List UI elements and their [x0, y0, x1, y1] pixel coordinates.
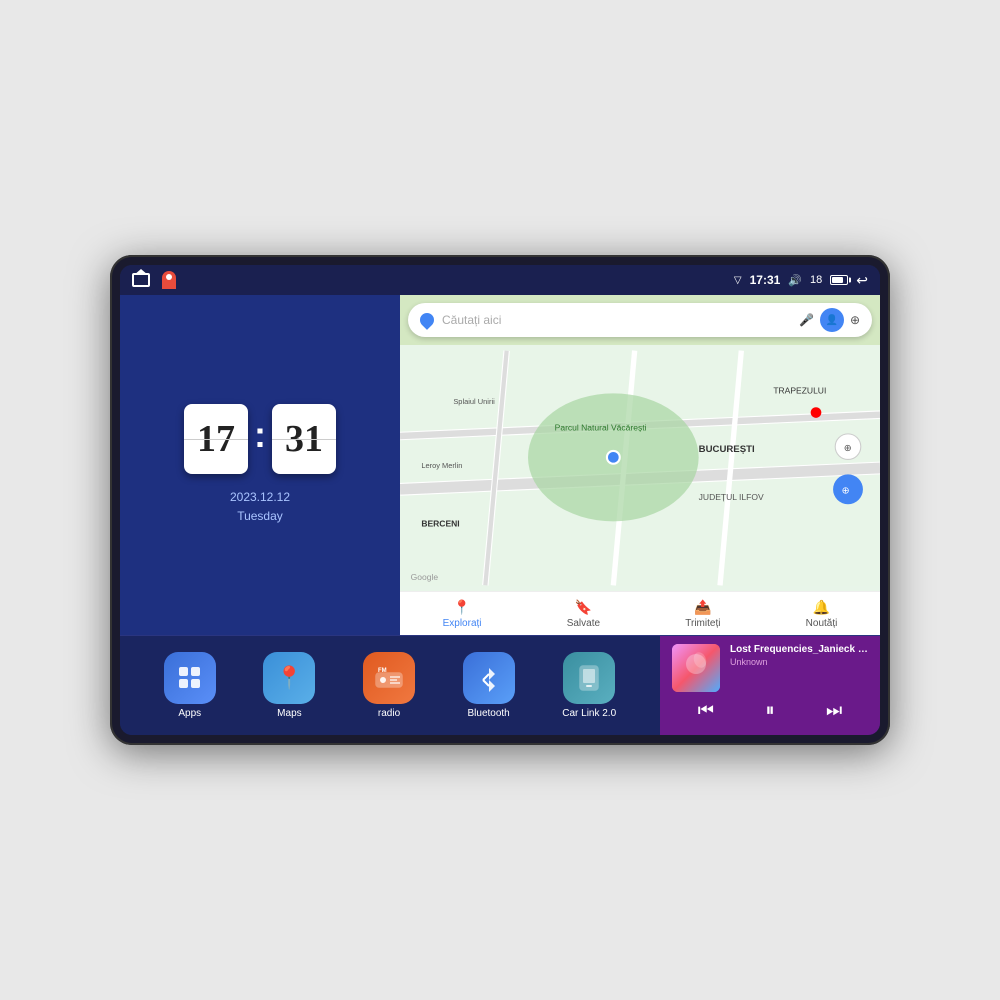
radio-icon-svg: FM	[375, 667, 403, 689]
day-display: Tuesday	[230, 507, 290, 526]
date-info: 2023.12.12 Tuesday	[230, 488, 290, 526]
flip-clock: 17 : 31	[184, 404, 336, 474]
radio-icon-item[interactable]: FM radio	[363, 652, 415, 719]
map-nav-saved[interactable]: 🔖 Salvate	[567, 599, 600, 629]
carlink-icon-item[interactable]: Car Link 2.0	[562, 652, 616, 719]
svg-text:⊕: ⊕	[844, 443, 852, 454]
map-nav-explore[interactable]: 📍 Explorați	[443, 599, 482, 629]
news-icon: 🔔	[813, 599, 830, 616]
news-label: Noutăți	[806, 618, 838, 629]
svg-text:Google: Google	[411, 572, 439, 582]
map-search-bar[interactable]: Căutați aici 🎤 👤 ⊕	[408, 303, 872, 337]
send-icon: 📤	[694, 599, 711, 616]
time-display: 17:31	[750, 273, 781, 287]
home-icon[interactable]	[132, 273, 150, 287]
carlink-icon-svg	[575, 664, 603, 692]
back-icon[interactable]: ↩	[856, 272, 868, 289]
signal-icon: ▽	[734, 275, 742, 286]
map-bottom-bar: 📍 Explorați 🔖 Salvate 📤 Trimiteți �	[400, 591, 880, 635]
top-section: 17 : 31 2023.12.12 Tuesday Căutați aici	[120, 295, 880, 635]
status-left-icons	[132, 271, 176, 289]
radio-label: radio	[378, 708, 400, 719]
apps-grid-icon	[176, 664, 204, 692]
map-canvas: Parcul Natural Văcărești Leroy Merlin BE…	[400, 345, 880, 591]
carlink-label: Car Link 2.0	[562, 708, 616, 719]
svg-text:⊕: ⊕	[842, 486, 850, 497]
bluetooth-icon-circle	[463, 652, 515, 704]
bluetooth-label: Bluetooth	[467, 708, 509, 719]
mic-icon[interactable]: 🎤	[799, 313, 814, 327]
svg-text:BERCENI: BERCENI	[421, 519, 459, 529]
map-widget: Căutați aici 🎤 👤 ⊕	[400, 295, 880, 635]
explore-icon: 📍	[453, 599, 470, 616]
maps-status-icon	[162, 271, 176, 289]
map-svg: Parcul Natural Văcărești Leroy Merlin BE…	[400, 345, 880, 591]
album-art-visual	[672, 644, 720, 692]
apps-icon-circle	[164, 652, 216, 704]
time-colon: :	[254, 414, 266, 456]
svg-text:Parcul Natural Văcărești: Parcul Natural Văcărești	[555, 423, 647, 433]
music-info: Lost Frequencies_Janieck Devy-... Unknow…	[730, 644, 868, 667]
car-head-unit: ▽ 17:31 🔊 18 ↩ 17 : 31	[110, 255, 890, 745]
prev-button[interactable]: ⏮	[690, 696, 722, 725]
maps-icon-emoji: 📍	[276, 665, 303, 691]
music-title: Lost Frequencies_Janieck Devy-...	[730, 644, 868, 655]
svg-text:FM: FM	[378, 668, 387, 674]
map-nav-send[interactable]: 📤 Trimiteți	[685, 599, 720, 629]
map-nav-news[interactable]: 🔔 Noutăți	[806, 599, 838, 629]
date-display: 2023.12.12	[230, 488, 290, 507]
clock-widget: 17 : 31 2023.12.12 Tuesday	[120, 295, 400, 635]
map-layers-icon[interactable]: ⊕	[850, 313, 860, 327]
saved-icon: 🔖	[575, 599, 592, 616]
saved-label: Salvate	[567, 618, 600, 629]
maps-icon-circle: 📍	[263, 652, 315, 704]
maps-label: Maps	[277, 708, 301, 719]
send-label: Trimiteți	[685, 618, 720, 629]
bottom-section: Apps 📍 Maps	[120, 635, 880, 735]
svg-text:JUDEȚUL ILFOV: JUDEȚUL ILFOV	[699, 492, 764, 502]
music-artist: Unknown	[730, 657, 868, 667]
carlink-icon-circle	[563, 652, 615, 704]
screen: ▽ 17:31 🔊 18 ↩ 17 : 31	[120, 265, 880, 735]
bluetooth-icon-svg	[479, 664, 499, 692]
battery-icon	[830, 275, 848, 285]
apps-icon-item[interactable]: Apps	[164, 652, 216, 719]
music-top: Lost Frequencies_Janieck Devy-... Unknow…	[672, 644, 868, 692]
svg-text:BUCUREȘTI: BUCUREȘTI	[699, 444, 755, 455]
svg-text:TRAPEZULUI: TRAPEZULUI	[773, 385, 826, 395]
next-button[interactable]: ⏭	[818, 696, 850, 725]
album-art	[672, 644, 720, 692]
app-icons-bar: Apps 📍 Maps	[120, 636, 660, 735]
status-right-icons: ▽ 17:31 🔊 18 ↩	[734, 272, 868, 289]
music-controls: ⏮ ⏸ ⏭	[672, 692, 868, 729]
volume-icon: 🔊	[788, 274, 802, 287]
svg-text:Leroy Merlin: Leroy Merlin	[421, 461, 462, 470]
map-search-icons: 🎤 👤 ⊕	[799, 308, 860, 332]
music-player: Lost Frequencies_Janieck Devy-... Unknow…	[660, 636, 880, 735]
bluetooth-icon-item[interactable]: Bluetooth	[463, 652, 515, 719]
apps-label: Apps	[178, 708, 201, 719]
status-bar: ▽ 17:31 🔊 18 ↩	[120, 265, 880, 295]
hour-display: 17	[184, 404, 248, 474]
main-content: 17 : 31 2023.12.12 Tuesday Căutați aici	[120, 295, 880, 735]
svg-text:Splaiul Unirii: Splaiul Unirii	[453, 397, 495, 406]
minute-display: 31	[272, 404, 336, 474]
maps-icon-item[interactable]: 📍 Maps	[263, 652, 315, 719]
radio-icon-circle: FM	[363, 652, 415, 704]
signal-bars: 18	[810, 274, 822, 286]
map-search-placeholder: Căutați aici	[442, 313, 791, 327]
map-pin-icon	[417, 310, 437, 330]
account-icon[interactable]: 👤	[820, 308, 844, 332]
play-pause-button[interactable]: ⏸	[758, 696, 783, 725]
explore-label: Explorați	[443, 618, 482, 629]
